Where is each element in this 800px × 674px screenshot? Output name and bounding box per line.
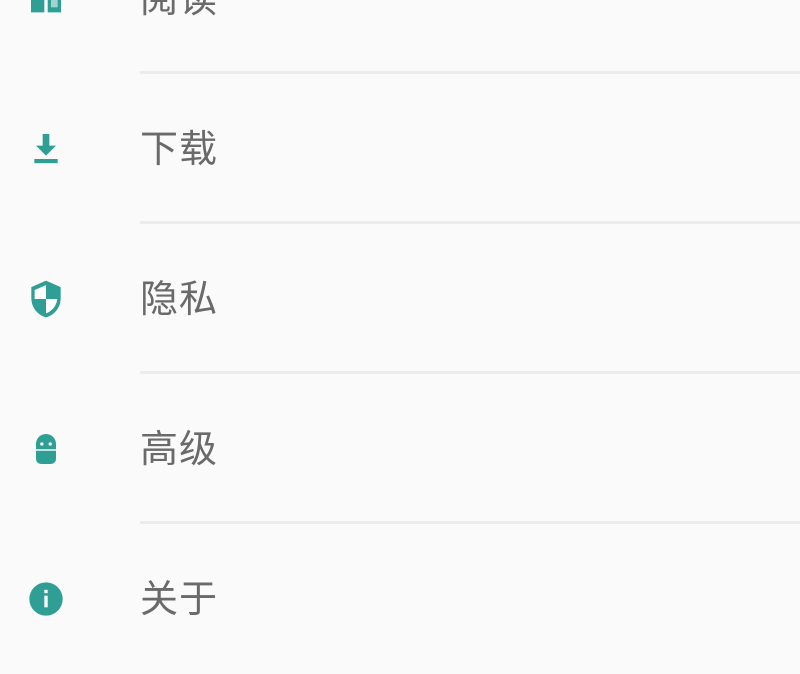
book-icon	[20, 0, 72, 25]
settings-item-reading[interactable]: 阅读	[0, 0, 800, 74]
shield-icon	[20, 273, 72, 325]
android-icon	[20, 423, 72, 475]
settings-list: 阅读 下载 隐私	[0, 0, 800, 674]
info-icon	[20, 573, 72, 625]
download-icon	[20, 123, 72, 175]
settings-item-privacy[interactable]: 隐私	[0, 224, 800, 374]
settings-item-advanced[interactable]: 高级	[0, 374, 800, 524]
settings-item-label: 隐私	[140, 277, 219, 321]
settings-item-about[interactable]: 关于	[0, 524, 800, 674]
settings-item-label: 高级	[140, 427, 219, 471]
settings-item-label: 下载	[140, 127, 219, 171]
settings-item-label: 关于	[140, 577, 219, 621]
settings-item-label: 阅读	[140, 0, 218, 21]
settings-item-download[interactable]: 下载	[0, 74, 800, 224]
